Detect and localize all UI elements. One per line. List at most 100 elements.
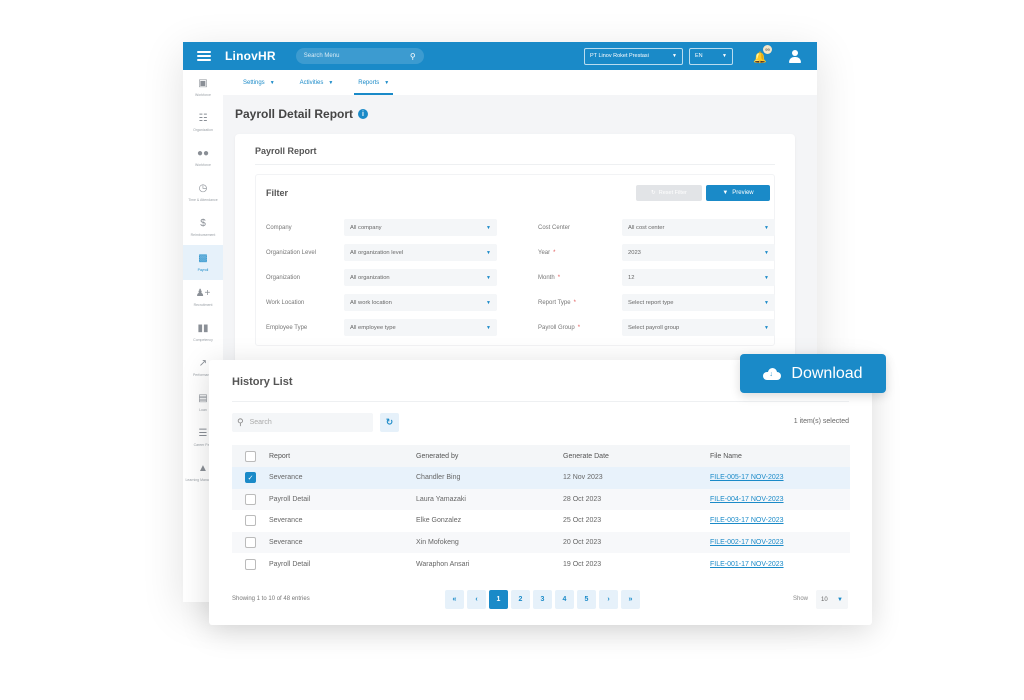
- file-link[interactable]: FILE-005-17 NOV-2023: [710, 474, 784, 481]
- tab-reports[interactable]: Reports ▼: [354, 70, 394, 95]
- payroll-group-select[interactable]: Select payroll group ▼: [622, 319, 775, 336]
- team-icon: ●●: [196, 148, 210, 159]
- chevron-left-icon: ‹: [475, 596, 478, 603]
- sidebar-item-workforce[interactable]: ▣ Workforce: [183, 70, 223, 105]
- page-size-select[interactable]: 10 ▼: [816, 590, 848, 609]
- filter-label: Work Location: [266, 299, 305, 306]
- column-header-generate-date[interactable]: Generate Date: [563, 453, 710, 460]
- cell-generated-by: Elke Gonzalez: [416, 517, 462, 525]
- first-page-button[interactable]: «: [445, 590, 464, 609]
- money-icon: ▩: [198, 253, 208, 264]
- select-value: Select payroll group: [628, 324, 680, 331]
- company-select[interactable]: PT Linov Roket Prestasi ▼: [584, 47, 683, 65]
- page-button-5[interactable]: 5: [577, 590, 596, 609]
- notification-button[interactable]: 🔔 99: [753, 45, 772, 64]
- tab-label: Reports: [358, 79, 380, 86]
- cell-report: Payroll Detail: [269, 560, 311, 568]
- download-button[interactable]: ↓ Download: [740, 354, 886, 393]
- filter-label: Organization: [266, 274, 301, 281]
- page-title: Payroll Detail Report i: [235, 107, 369, 121]
- last-page-button[interactable]: »: [621, 590, 640, 609]
- refresh-icon: ↻: [385, 417, 394, 427]
- page-button-1[interactable]: 1: [489, 590, 508, 609]
- filter-organization: Organization All organization ▼: [266, 269, 497, 286]
- sidebar-item-time-attendance[interactable]: ◷ Time & Attendance: [183, 175, 223, 210]
- filter-cost-center: Cost Center All cost center ▼: [538, 219, 775, 236]
- company-filter-select[interactable]: All company ▼: [344, 219, 497, 236]
- tab-settings[interactable]: Settings ▼: [243, 70, 275, 95]
- file-link[interactable]: FILE-004-17 NOV-2023: [710, 496, 784, 503]
- row-checkbox[interactable]: [245, 537, 256, 549]
- work-location-select[interactable]: All work location ▼: [344, 294, 497, 311]
- filter-label: Payroll Group *: [538, 325, 622, 331]
- filter-label: Organization Level: [266, 249, 317, 256]
- report-type-select[interactable]: Select report type ▼: [622, 294, 775, 311]
- sidebar-item-reimbursement[interactable]: $ Reimbursement: [183, 210, 223, 245]
- table-row[interactable]: Payroll Detail Laura Yamazaki 28 Oct 202…: [232, 488, 850, 511]
- required-marker: *: [553, 249, 556, 256]
- page-button-4[interactable]: 4: [555, 590, 574, 609]
- page-button-3[interactable]: 3: [533, 590, 552, 609]
- employee-type-select[interactable]: All employee type ▼: [344, 319, 497, 336]
- organization-level-select[interactable]: All organization level ▼: [344, 244, 497, 261]
- sidebar-item-competency[interactable]: ▮▮ Competency: [183, 315, 223, 350]
- table-row[interactable]: Severance Xin Mofokeng 20 Oct 2023 FILE-…: [232, 531, 850, 554]
- reset-filter-button[interactable]: ↻ Reset Filter: [636, 185, 702, 201]
- table-row[interactable]: Payroll Detail Waraphon Ansari 19 Oct 20…: [232, 553, 850, 575]
- cell-date: 12 Nov 2023: [563, 474, 603, 482]
- row-checkbox[interactable]: [245, 493, 256, 505]
- history-list-card: History List ⚲ Search ↻ 1 item(s) select…: [209, 360, 872, 625]
- file-link[interactable]: FILE-003-17 NOV-2023: [710, 517, 784, 524]
- search-menu-input[interactable]: Search Menu ⚲: [295, 48, 424, 64]
- language-select[interactable]: EN ▼: [689, 47, 733, 65]
- cell-generated-by: Xin Mofokeng: [416, 539, 459, 547]
- table-row[interactable]: Severance Elke Gonzalez 25 Oct 2023 FILE…: [232, 510, 850, 532]
- month-select[interactable]: 12 ▼: [622, 269, 775, 286]
- table-row[interactable]: ✓ Severance Chandler Bing 12 Nov 2023 FI…: [232, 467, 850, 489]
- caret-down-icon: ▼: [269, 79, 275, 86]
- select-value: All work location: [350, 299, 392, 306]
- column-header-generated-by[interactable]: Generated by: [416, 453, 563, 460]
- caret-down-icon: ▼: [486, 249, 491, 256]
- tab-activities[interactable]: Activities ▼: [300, 70, 334, 95]
- cost-center-select[interactable]: All cost center ▼: [622, 219, 775, 236]
- filter-employee-type: Employee Type All employee type ▼: [266, 319, 497, 336]
- info-icon[interactable]: i: [358, 109, 369, 119]
- row-checkbox[interactable]: [245, 558, 256, 570]
- select-all-checkbox[interactable]: [245, 450, 256, 462]
- search-icon: ⚲: [409, 51, 416, 61]
- cell-date: 19 Oct 2023: [563, 560, 602, 568]
- user-avatar-icon[interactable]: [787, 48, 803, 64]
- row-checkbox[interactable]: ✓: [245, 472, 256, 484]
- user-plus-icon: ♟+: [195, 288, 211, 299]
- history-search-input[interactable]: ⚲ Search: [232, 413, 373, 432]
- filter-year: Year * 2023 ▼: [538, 244, 775, 261]
- preview-button[interactable]: ▼ Preview: [706, 185, 770, 201]
- year-select[interactable]: 2023 ▼: [622, 244, 775, 261]
- page-size-value: 10: [821, 596, 828, 603]
- select-value: All cost center: [628, 224, 665, 231]
- sidebar-item-recruitment[interactable]: ♟+ Recruitment: [183, 280, 223, 315]
- row-checkbox[interactable]: [245, 515, 256, 527]
- hamburger-menu-icon[interactable]: [197, 51, 211, 61]
- sidebar-item-team[interactable]: ●● Workforce: [183, 140, 223, 175]
- sidebar-item-organization[interactable]: ☷ Organization: [183, 105, 223, 140]
- column-header-file-name[interactable]: File Name: [710, 453, 850, 460]
- caret-down-icon: ▼: [837, 596, 843, 603]
- organization-select[interactable]: All organization ▼: [344, 269, 497, 286]
- sidebar-item-label: Recruitment: [193, 303, 213, 307]
- next-page-button[interactable]: ›: [599, 590, 618, 609]
- sub-navigation: Settings ▼ Activities ▼ Reports ▼: [223, 70, 817, 95]
- file-link[interactable]: FILE-001-17 NOV-2023: [710, 561, 784, 568]
- caret-down-icon: ▼: [486, 324, 491, 331]
- prev-page-button[interactable]: ‹: [467, 590, 486, 609]
- column-header-report[interactable]: Report: [269, 453, 416, 460]
- pagination: « ‹ 1 2 3 4 5 › »: [445, 590, 640, 609]
- sidebar-item-payroll[interactable]: ▩ Payroll: [183, 245, 223, 280]
- filter-label: Year *: [538, 250, 622, 256]
- page-button-2[interactable]: 2: [511, 590, 530, 609]
- refresh-button[interactable]: ↻: [380, 413, 399, 432]
- filter-label-text: Payroll Group: [538, 324, 575, 331]
- file-link[interactable]: FILE-002-17 NOV-2023: [710, 539, 784, 546]
- company-select-value: PT Linov Roket Prestasi: [590, 53, 649, 59]
